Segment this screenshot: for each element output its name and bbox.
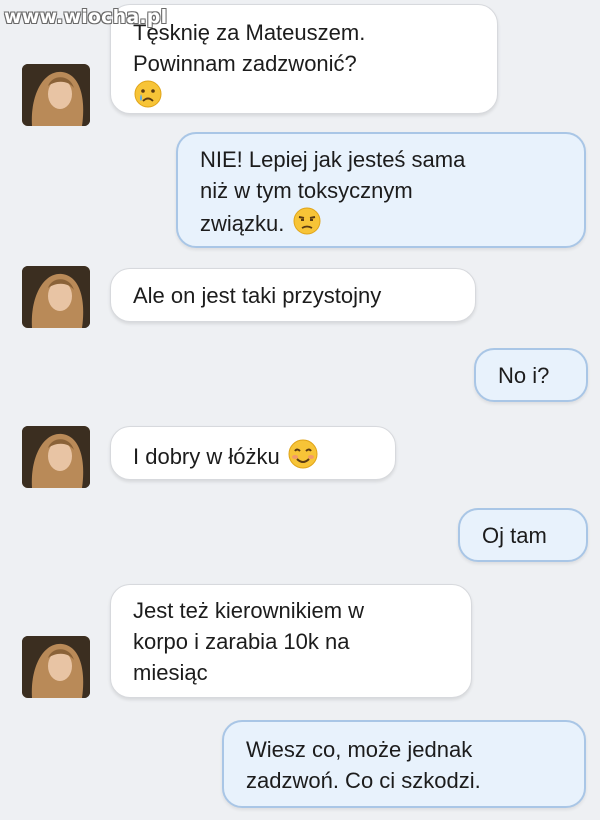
avatar[interactable] xyxy=(22,64,90,126)
message-bubble-outgoing: Oj tam xyxy=(458,508,588,562)
message-line: Wiesz co, może jednak xyxy=(246,737,473,762)
message-line: Oj tam xyxy=(482,523,547,548)
message-bubble-incoming: Tęsknię za Mateuszem. Powinnam zadzwonić… xyxy=(110,4,498,114)
message-line: Tęsknię za Mateuszem. xyxy=(133,20,366,45)
avatar[interactable] xyxy=(22,266,90,328)
message-bubble-incoming: Ale on jest taki przystojny xyxy=(110,268,476,322)
message-line: No i? xyxy=(498,363,550,388)
message-line: miesiąc xyxy=(133,660,208,685)
message-line: Powinnam zadzwonić? xyxy=(133,51,357,76)
crying-face-icon xyxy=(133,79,163,117)
message-line: korpo i zarabia 10k na xyxy=(133,629,350,654)
message-line: Jest też kierownikiem w xyxy=(133,598,365,623)
chat-conversation: www.wiocha.pl Tęsknię za Mateuszem. Powi… xyxy=(0,0,600,820)
message-line-text: I dobry w łóżku xyxy=(133,443,280,469)
avatar[interactable] xyxy=(22,426,90,488)
message-line-text: związku. xyxy=(200,210,285,236)
avatar[interactable] xyxy=(22,636,90,698)
unamused-face-icon xyxy=(290,206,324,244)
watermark: www.wiocha.pl xyxy=(4,6,168,28)
smiling-blush-face-icon xyxy=(286,438,320,478)
message-line: zadzwoń. Co ci szkodzi. xyxy=(246,768,481,793)
message-bubble-outgoing: No i? xyxy=(474,348,588,402)
message-line: I dobry w łóżku xyxy=(133,438,373,478)
message-line: niż w tym toksycznym xyxy=(200,178,413,203)
message-line: Ale on jest taki przystojny xyxy=(133,283,382,308)
message-bubble-outgoing: Wiesz co, może jednak zadzwoń. Co ci szk… xyxy=(222,720,586,808)
message-bubble-outgoing: NIE! Lepiej jak jesteś sama niż w tym to… xyxy=(176,132,586,248)
message-bubble-incoming: Jest też kierownikiem w korpo i zarabia … xyxy=(110,584,472,698)
message-line: NIE! Lepiej jak jesteś sama xyxy=(200,147,466,172)
message-bubble-incoming: I dobry w łóżku xyxy=(110,426,396,480)
message-line: związku. xyxy=(200,206,562,244)
